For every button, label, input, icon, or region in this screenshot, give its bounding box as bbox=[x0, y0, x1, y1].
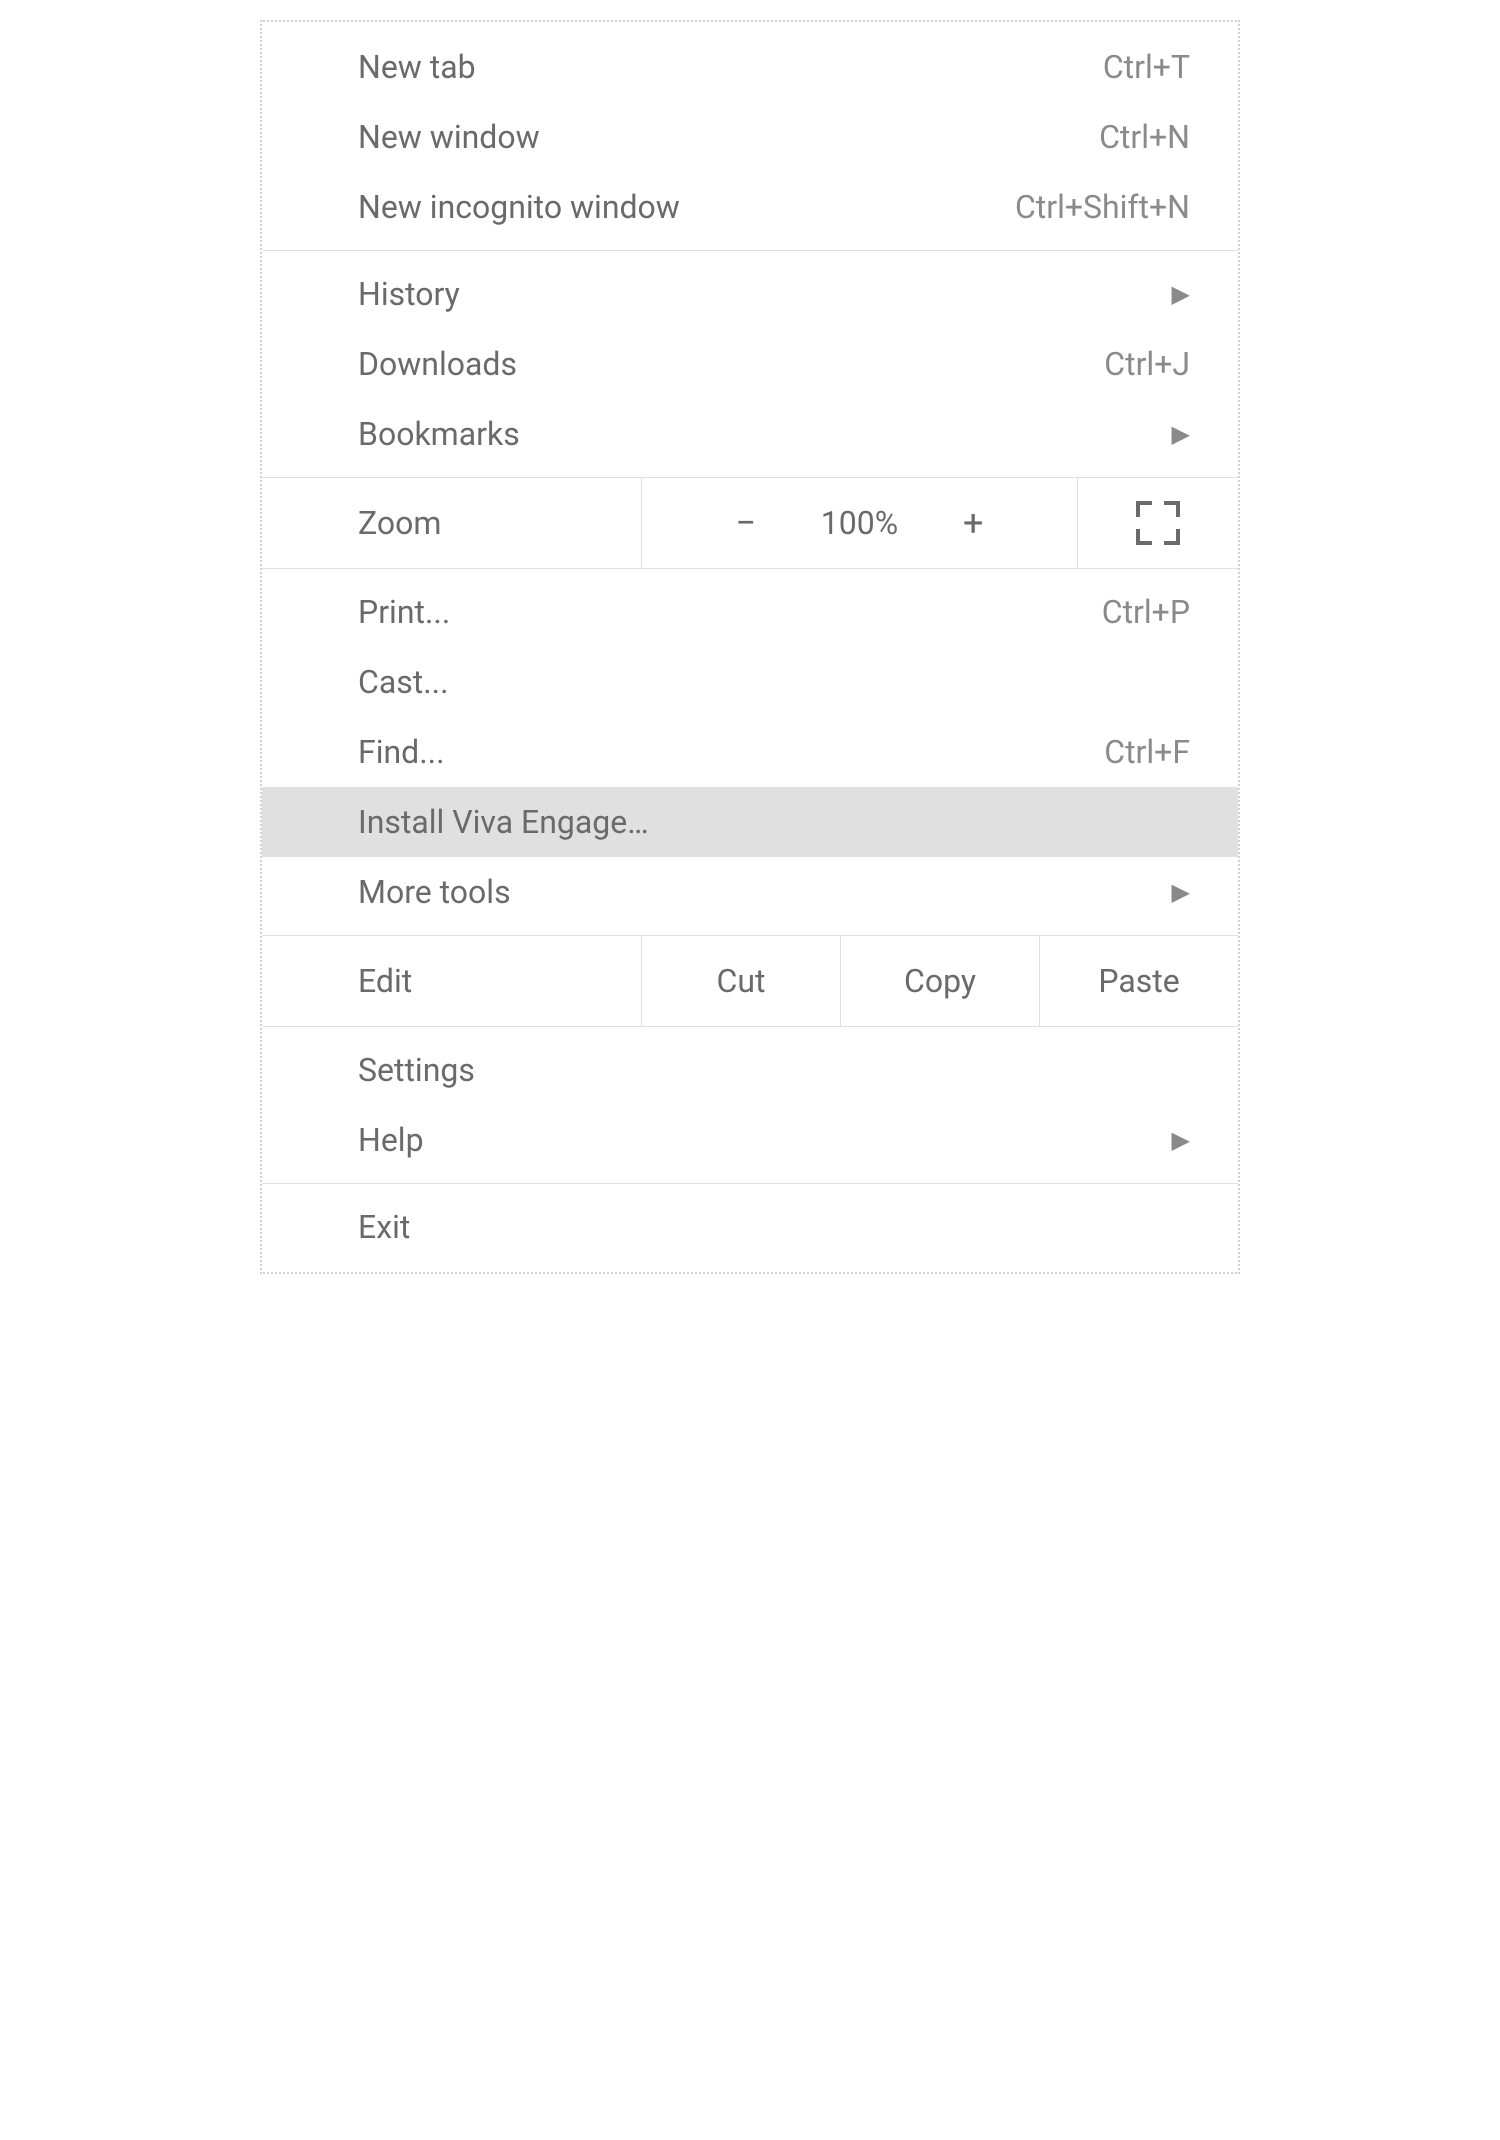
downloads-label: Downloads bbox=[358, 345, 1104, 383]
fullscreen-icon bbox=[1136, 501, 1180, 545]
downloads-item[interactable]: Downloads Ctrl+J bbox=[262, 329, 1238, 399]
fullscreen-button[interactable] bbox=[1078, 478, 1238, 568]
submenu-arrow-icon: ▶ bbox=[1172, 280, 1190, 308]
new-incognito-shortcut: Ctrl+Shift+N bbox=[1015, 188, 1190, 226]
bookmarks-item[interactable]: Bookmarks ▶ bbox=[262, 399, 1238, 469]
edit-row: Edit Cut Copy Paste bbox=[262, 935, 1238, 1027]
exit-item[interactable]: Exit bbox=[262, 1192, 1238, 1262]
zoom-row: Zoom − 100% + bbox=[262, 477, 1238, 569]
more-tools-label: More tools bbox=[358, 873, 1164, 911]
help-label: Help bbox=[358, 1121, 1164, 1159]
settings-item[interactable]: Settings bbox=[262, 1035, 1238, 1105]
find-shortcut: Ctrl+F bbox=[1104, 733, 1190, 771]
new-incognito-label: New incognito window bbox=[358, 188, 1015, 226]
new-incognito-item[interactable]: New incognito window Ctrl+Shift+N bbox=[262, 172, 1238, 242]
history-label: History bbox=[358, 275, 1164, 313]
help-item[interactable]: Help ▶ bbox=[262, 1105, 1238, 1175]
cut-button[interactable]: Cut bbox=[642, 936, 841, 1026]
settings-label: Settings bbox=[358, 1051, 1190, 1089]
history-item[interactable]: History ▶ bbox=[262, 259, 1238, 329]
bookmarks-label: Bookmarks bbox=[358, 415, 1164, 453]
zoom-label: Zoom bbox=[262, 478, 642, 568]
paste-button[interactable]: Paste bbox=[1040, 936, 1238, 1026]
copy-button[interactable]: Copy bbox=[841, 936, 1040, 1026]
new-window-item[interactable]: New window Ctrl+N bbox=[262, 102, 1238, 172]
cast-item[interactable]: Cast... bbox=[262, 647, 1238, 717]
install-app-item[interactable]: Install Viva Engage… bbox=[262, 787, 1238, 857]
submenu-arrow-icon: ▶ bbox=[1172, 878, 1190, 906]
new-tab-item[interactable]: New tab Ctrl+T bbox=[262, 32, 1238, 102]
edit-label: Edit bbox=[262, 936, 642, 1026]
separator bbox=[262, 250, 1238, 251]
separator bbox=[262, 1183, 1238, 1184]
cast-label: Cast... bbox=[358, 663, 1190, 701]
submenu-arrow-icon: ▶ bbox=[1172, 420, 1190, 448]
print-item[interactable]: Print... Ctrl+P bbox=[262, 577, 1238, 647]
new-tab-label: New tab bbox=[358, 48, 1103, 86]
more-tools-item[interactable]: More tools ▶ bbox=[262, 857, 1238, 927]
browser-overflow-menu: New tab Ctrl+T New window Ctrl+N New inc… bbox=[260, 20, 1240, 1274]
print-shortcut: Ctrl+P bbox=[1102, 593, 1190, 631]
new-window-shortcut: Ctrl+N bbox=[1099, 118, 1190, 156]
zoom-in-button[interactable]: + bbox=[948, 502, 998, 544]
downloads-shortcut: Ctrl+J bbox=[1104, 345, 1190, 383]
exit-label: Exit bbox=[358, 1208, 1190, 1246]
zoom-value: 100% bbox=[821, 504, 898, 542]
zoom-out-button[interactable]: − bbox=[721, 502, 771, 544]
zoom-controls: − 100% + bbox=[642, 478, 1078, 568]
submenu-arrow-icon: ▶ bbox=[1172, 1126, 1190, 1154]
find-item[interactable]: Find... Ctrl+F bbox=[262, 717, 1238, 787]
new-window-label: New window bbox=[358, 118, 1099, 156]
install-app-label: Install Viva Engage… bbox=[358, 803, 1190, 841]
find-label: Find... bbox=[358, 733, 1104, 771]
new-tab-shortcut: Ctrl+T bbox=[1103, 48, 1190, 86]
print-label: Print... bbox=[358, 593, 1102, 631]
